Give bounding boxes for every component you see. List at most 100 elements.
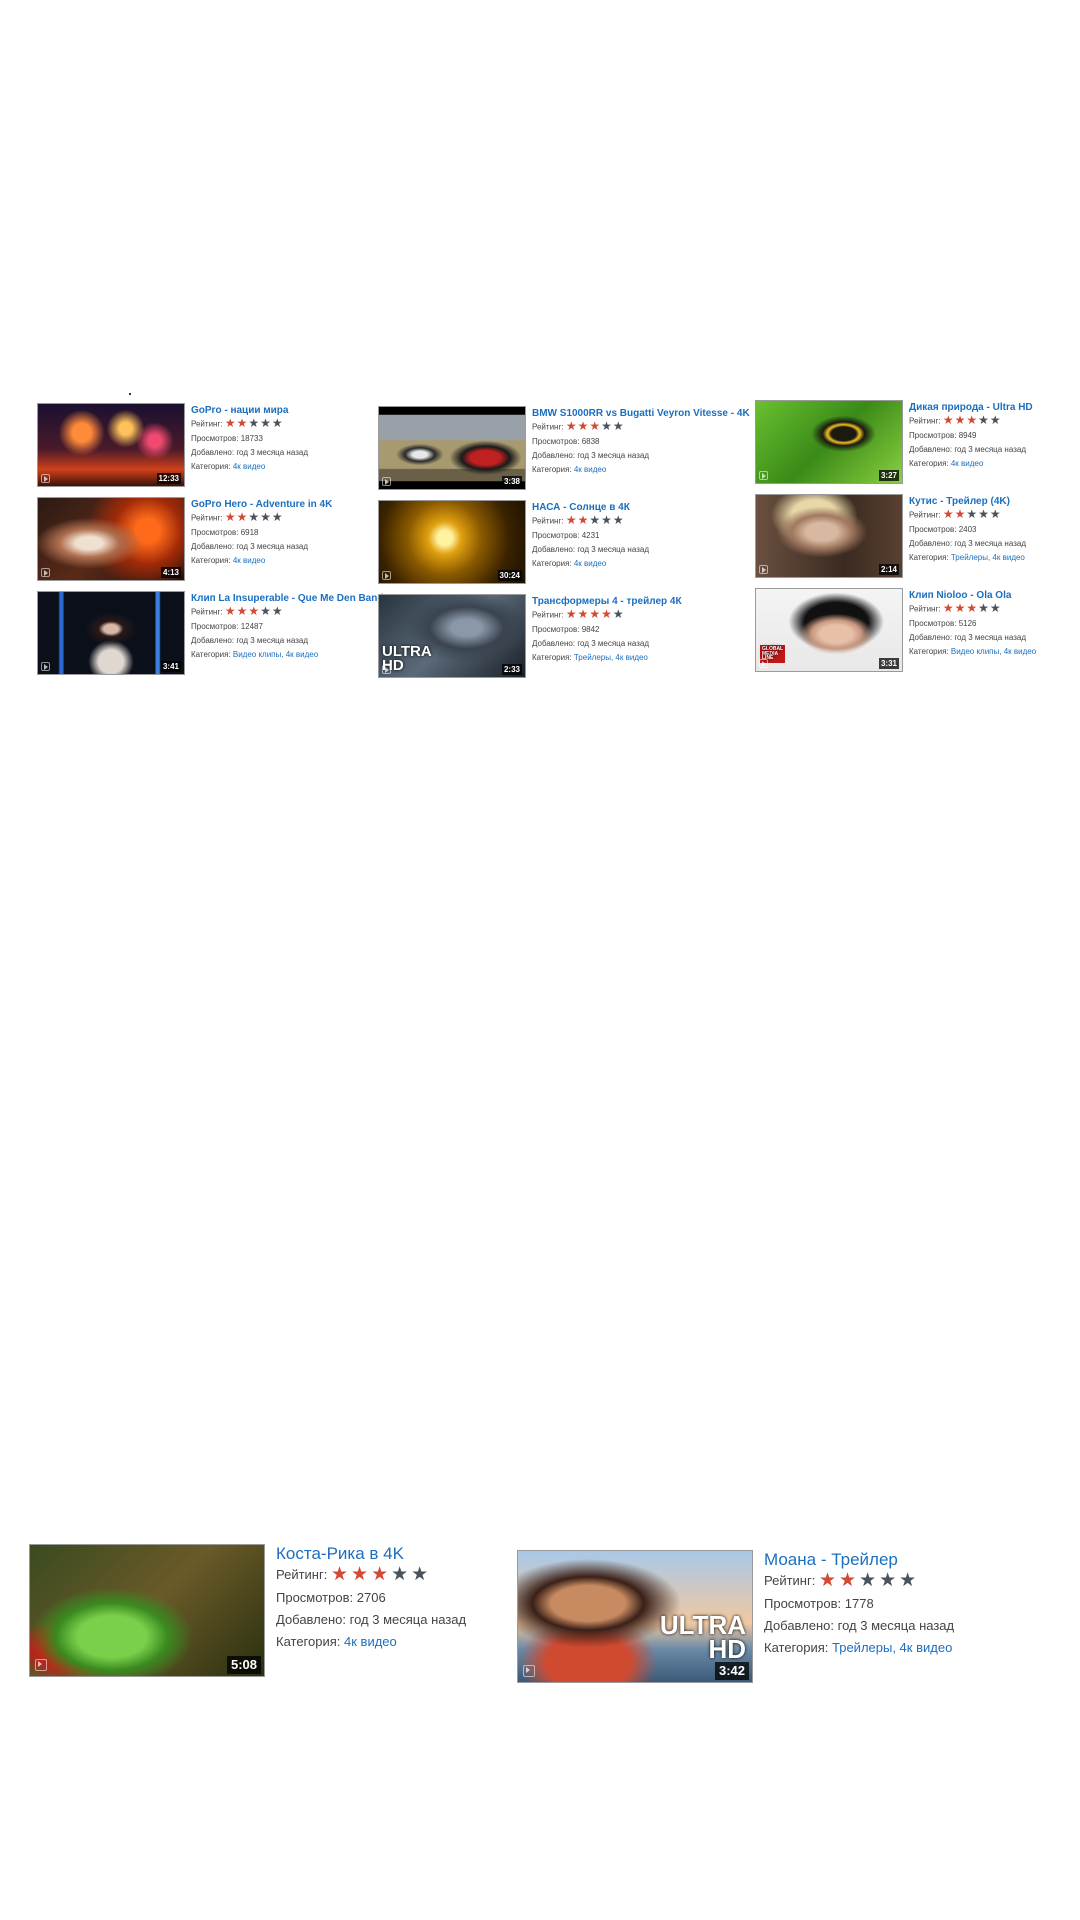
video-card[interactable]: 30:24 НАСА - Солнце в 4К Рейтинг: ★★★★★ … (378, 500, 649, 584)
rating-stars[interactable]: ★★★★★ (566, 608, 625, 623)
star-filled-icon[interactable]: ★ (331, 1565, 348, 1584)
star-empty-icon[interactable]: ★ (260, 605, 271, 617)
video-card[interactable]: 3:38 BMW S1000RR vs Bugatti Veyron Vites… (378, 406, 750, 490)
star-empty-icon[interactable]: ★ (601, 514, 612, 526)
rating-stars[interactable]: ★★★★★ (225, 605, 284, 620)
video-card[interactable]: 12:33 GoPro - нации мира Рейтинг: ★★★★★ … (37, 403, 308, 487)
star-filled-icon[interactable]: ★ (225, 417, 236, 429)
rating-stars[interactable]: ★★★★★ (819, 1571, 919, 1593)
star-filled-icon[interactable]: ★ (578, 420, 589, 432)
video-title-link[interactable]: Моана - Трейлер (764, 1550, 954, 1570)
video-thumbnail[interactable]: ULTRA HD 3:42 (517, 1550, 753, 1683)
star-empty-icon[interactable]: ★ (260, 511, 271, 523)
video-card[interactable]: ULTRA HD 2:33 Трансформеры 4 - трейлер 4… (378, 594, 682, 678)
rating-stars[interactable]: ★★★★★ (566, 514, 625, 529)
video-thumbnail[interactable]: 2:14 (755, 494, 903, 578)
video-title-link[interactable]: BMW S1000RR vs Bugatti Veyron Vitesse - … (532, 408, 750, 420)
star-empty-icon[interactable]: ★ (990, 508, 1001, 520)
star-filled-icon[interactable]: ★ (589, 420, 600, 432)
star-filled-icon[interactable]: ★ (966, 414, 977, 426)
star-empty-icon[interactable]: ★ (966, 508, 977, 520)
category-link[interactable]: 4к видео (233, 556, 265, 565)
video-card[interactable]: GLOBAL MEDIA LINE 3:31 Клип Nioloo - Ola… (755, 588, 1036, 672)
star-filled-icon[interactable]: ★ (589, 608, 600, 620)
category-link[interactable]: Видео клипы, 4к видео (233, 650, 318, 659)
star-empty-icon[interactable]: ★ (613, 514, 624, 526)
star-empty-icon[interactable]: ★ (248, 417, 259, 429)
star-filled-icon[interactable]: ★ (351, 1565, 368, 1584)
star-empty-icon[interactable]: ★ (589, 514, 600, 526)
star-filled-icon[interactable]: ★ (943, 602, 954, 614)
rating-stars[interactable]: ★★★★★ (331, 1565, 431, 1587)
star-empty-icon[interactable]: ★ (978, 602, 989, 614)
star-empty-icon[interactable]: ★ (272, 417, 283, 429)
category-link[interactable]: Трейлеры, 4к видео (574, 653, 648, 662)
video-thumbnail[interactable]: ULTRA HD 2:33 (378, 594, 526, 678)
category-link[interactable]: 4к видео (344, 1634, 397, 1649)
star-empty-icon[interactable]: ★ (990, 414, 1001, 426)
star-empty-icon[interactable]: ★ (411, 1565, 428, 1584)
video-thumbnail[interactable]: 3:41 (37, 591, 185, 675)
category-link[interactable]: 4к видео (951, 459, 983, 468)
star-filled-icon[interactable]: ★ (955, 602, 966, 614)
star-filled-icon[interactable]: ★ (578, 514, 589, 526)
star-empty-icon[interactable]: ★ (613, 420, 624, 432)
star-filled-icon[interactable]: ★ (819, 1571, 836, 1590)
star-empty-icon[interactable]: ★ (899, 1571, 916, 1590)
category-link[interactable]: Видео клипы, 4к видео (951, 647, 1036, 656)
star-empty-icon[interactable]: ★ (391, 1565, 408, 1584)
star-empty-icon[interactable]: ★ (978, 508, 989, 520)
star-empty-icon[interactable]: ★ (990, 602, 1001, 614)
star-empty-icon[interactable]: ★ (859, 1571, 876, 1590)
star-filled-icon[interactable]: ★ (237, 511, 248, 523)
video-title-link[interactable]: Коста-Рика в 4K (276, 1544, 466, 1564)
category-link[interactable]: Трейлеры, 4к видео (832, 1640, 952, 1655)
star-empty-icon[interactable]: ★ (260, 417, 271, 429)
rating-stars[interactable]: ★★★★★ (566, 420, 625, 435)
video-thumbnail[interactable]: 3:27 (755, 400, 903, 484)
star-empty-icon[interactable]: ★ (272, 605, 283, 617)
video-thumbnail[interactable]: 3:38 (378, 406, 526, 490)
video-thumbnail[interactable]: 12:33 (37, 403, 185, 487)
star-filled-icon[interactable]: ★ (237, 417, 248, 429)
category-link[interactable]: Трейлеры, 4к видео (951, 553, 1025, 562)
star-empty-icon[interactable]: ★ (272, 511, 283, 523)
rating-stars[interactable]: ★★★★★ (943, 508, 1002, 523)
star-empty-icon[interactable]: ★ (613, 608, 624, 620)
video-card[interactable]: 3:27 Дикая природа - Ultra HD Рейтинг: ★… (755, 400, 1033, 484)
rating-stars[interactable]: ★★★★★ (225, 417, 284, 432)
star-filled-icon[interactable]: ★ (566, 608, 577, 620)
video-card[interactable]: 3:41 Клип La Insuperable - Que Me Den Ba… (37, 591, 383, 675)
star-empty-icon[interactable]: ★ (601, 420, 612, 432)
video-thumbnail[interactable]: GLOBAL MEDIA LINE 3:31 (755, 588, 903, 672)
star-filled-icon[interactable]: ★ (566, 514, 577, 526)
video-card[interactable]: 5:08 Коста-Рика в 4K Рейтинг: ★ ★ ★ ★ ★ Прос… (29, 1544, 466, 1677)
star-empty-icon[interactable]: ★ (879, 1571, 896, 1590)
rating-stars[interactable]: ★★★★★ (943, 602, 1002, 617)
category-link[interactable]: 4к видео (574, 465, 606, 474)
star-filled-icon[interactable]: ★ (966, 602, 977, 614)
video-card[interactable]: 4:13 GoPro Hero - Adventure in 4K Рейтин… (37, 497, 332, 581)
video-thumbnail[interactable]: 4:13 (37, 497, 185, 581)
star-filled-icon[interactable]: ★ (578, 608, 589, 620)
star-empty-icon[interactable]: ★ (248, 511, 259, 523)
star-filled-icon[interactable]: ★ (943, 508, 954, 520)
rating-stars[interactable]: ★★★★★ (943, 414, 1002, 429)
star-filled-icon[interactable]: ★ (943, 414, 954, 426)
video-thumbnail[interactable]: 5:08 (29, 1544, 265, 1677)
star-filled-icon[interactable]: ★ (248, 605, 259, 617)
category-link[interactable]: 4к видео (574, 559, 606, 568)
star-empty-icon[interactable]: ★ (978, 414, 989, 426)
star-filled-icon[interactable]: ★ (601, 608, 612, 620)
star-filled-icon[interactable]: ★ (225, 511, 236, 523)
star-filled-icon[interactable]: ★ (839, 1571, 856, 1590)
category-link[interactable]: 4к видео (233, 462, 265, 471)
star-filled-icon[interactable]: ★ (566, 420, 577, 432)
star-filled-icon[interactable]: ★ (955, 508, 966, 520)
star-filled-icon[interactable]: ★ (237, 605, 248, 617)
star-filled-icon[interactable]: ★ (225, 605, 236, 617)
video-title-link[interactable]: Клип La Insuperable - Que Me Den Band (191, 593, 383, 605)
star-filled-icon[interactable]: ★ (371, 1565, 388, 1584)
video-thumbnail[interactable]: 30:24 (378, 500, 526, 584)
rating-stars[interactable]: ★★★★★ (225, 511, 284, 526)
